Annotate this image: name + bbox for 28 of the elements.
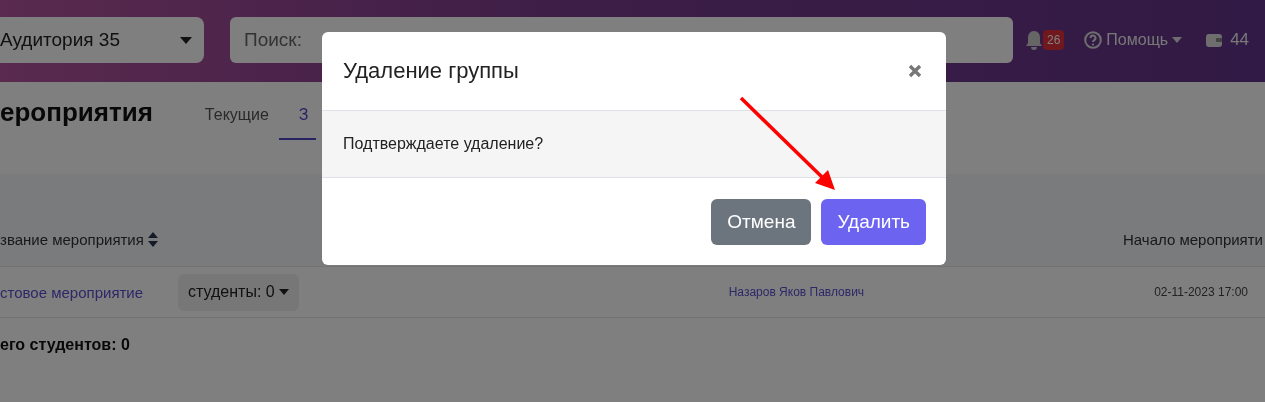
- caret-icon: [180, 36, 192, 44]
- delete-button[interactable]: Удалить: [821, 198, 926, 245]
- notification-badge: 26: [1043, 30, 1065, 50]
- column-label: Начало мероприяти: [1123, 231, 1263, 248]
- page-title: ероприятия: [0, 97, 153, 129]
- help-menu[interactable]: Помощь: [1084, 31, 1183, 49]
- tab[interactable]: З: [278, 106, 317, 140]
- tab[interactable]: Текущие: [194, 106, 279, 140]
- wallet-icon: [1206, 33, 1223, 47]
- organizer-link[interactable]: Назаров Яков Павлович: [728, 285, 865, 299]
- column-header[interactable]: Начало мероприяти: [1123, 231, 1265, 266]
- start-time: 02-11-2023 17:00: [1154, 285, 1248, 299]
- column-label: звание мероприятия: [0, 231, 144, 248]
- sort-icon: [147, 232, 158, 247]
- wallet-amount: 44: [1230, 30, 1250, 50]
- total-students: его студентов: 0: [0, 335, 131, 354]
- room-select[interactable]: Аудитория 35: [0, 17, 204, 63]
- cancel-button[interactable]: Отмена: [711, 198, 812, 245]
- close-icon[interactable]: [908, 64, 922, 78]
- column-header[interactable]: звание мероприятия: [0, 231, 158, 266]
- dialog-message: Подтверждаете удаление?: [343, 135, 544, 153]
- dialog-title: Удаление группы: [343, 58, 519, 84]
- students-dropdown[interactable]: студенты: 0: [178, 273, 299, 311]
- bell-icon[interactable]: [1025, 30, 1043, 50]
- help-icon: [1084, 31, 1103, 49]
- caret-icon: [1172, 37, 1183, 43]
- event-link[interactable]: стовое мероприятие: [0, 283, 178, 301]
- caret-icon: [278, 289, 289, 295]
